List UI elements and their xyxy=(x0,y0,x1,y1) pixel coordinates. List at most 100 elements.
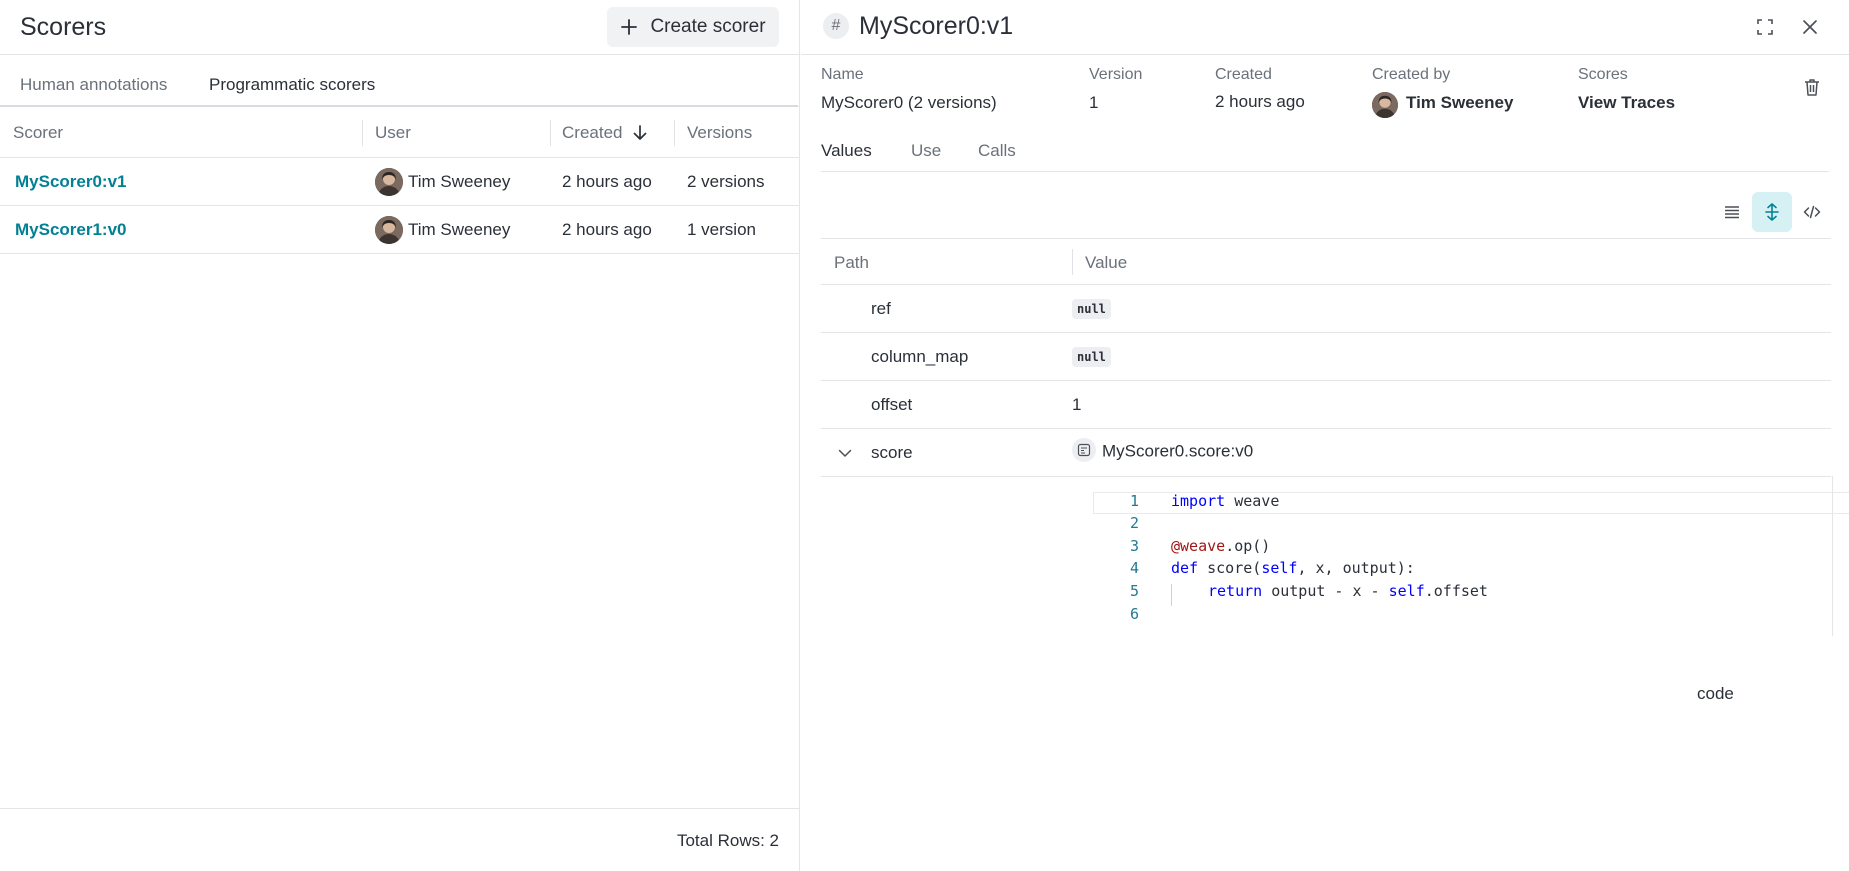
created-time: 2 hours ago xyxy=(562,172,652,191)
hash-icon: # xyxy=(823,13,849,39)
column-divider[interactable] xyxy=(550,120,551,146)
column-divider[interactable] xyxy=(674,120,675,146)
scores-label: Scores xyxy=(1578,66,1628,83)
path-key: score xyxy=(871,443,913,462)
versions-count: 1 version xyxy=(687,220,756,239)
line-number: 2 xyxy=(1129,514,1139,532)
code-line: 6 xyxy=(1093,605,1833,627)
code-line: 3 @weave.op() xyxy=(1093,537,1833,559)
scorer-tabs: Human annotations Programmatic scorers xyxy=(0,55,799,107)
name-label: Name xyxy=(821,66,864,83)
code-token: .op() xyxy=(1225,537,1271,555)
column-divider[interactable] xyxy=(1072,249,1073,275)
table-row[interactable]: offset 1 xyxy=(821,381,1831,429)
op-icon xyxy=(1072,438,1096,462)
value-cell: 1 xyxy=(1072,395,1082,414)
name-value: MyScorer0 (2 versions) xyxy=(821,93,997,112)
scorer-link[interactable]: MyScorer1:v0 xyxy=(15,220,127,240)
line-number: 1 xyxy=(1129,492,1139,510)
trash-icon[interactable] xyxy=(1801,76,1823,98)
table-row[interactable]: ref null xyxy=(821,285,1831,333)
column-header-created[interactable]: Created xyxy=(562,123,622,143)
value-cell: MyScorer0.score:v0 xyxy=(1072,438,1253,464)
code-token: weave xyxy=(1225,492,1280,510)
table-row[interactable]: column_map null xyxy=(821,333,1831,381)
scorers-header: Scorers Create scorer xyxy=(0,0,799,55)
code-label: code xyxy=(1697,684,1734,703)
fullscreen-button[interactable] xyxy=(1752,14,1778,40)
tab-use[interactable]: Use xyxy=(911,141,941,161)
path-key: offset xyxy=(871,395,913,414)
detail-header: # MyScorer0:v1 xyxy=(801,0,1849,55)
table-row[interactable]: score MyScorer0.score:v0 xyxy=(821,429,1831,477)
line-number: 3 xyxy=(1129,537,1139,555)
chevron-down-icon[interactable] xyxy=(837,445,853,461)
tab-programmatic-scorers[interactable]: Programmatic scorers xyxy=(209,75,375,95)
avatar xyxy=(375,168,403,196)
code-line: 4 def score(self, x, output): xyxy=(1093,559,1833,581)
values-table-header: Path Value xyxy=(821,238,1831,285)
code-token: def xyxy=(1171,559,1199,577)
page-title: Scorers xyxy=(20,13,107,41)
view-traces-link[interactable]: View Traces xyxy=(1578,93,1675,113)
null-badge: null xyxy=(1072,299,1111,319)
column-header-scorer[interactable]: Scorer xyxy=(13,123,63,143)
avatar xyxy=(1372,92,1398,118)
code-token: .offset xyxy=(1424,582,1488,600)
list-icon xyxy=(1725,206,1739,219)
version-label: Version xyxy=(1089,66,1143,83)
created-label: Created xyxy=(1215,66,1272,83)
object-metadata: Name MyScorer0 (2 versions) Version 1 Cr… xyxy=(801,66,1849,118)
create-scorer-label: Create scorer xyxy=(650,16,766,37)
created-value: 2 hours ago xyxy=(1215,92,1305,111)
table-footer: Total Rows: 2 xyxy=(0,808,800,871)
code-view-button[interactable] xyxy=(1792,192,1832,232)
code-token: , x, output): xyxy=(1297,559,1415,577)
column-header-versions[interactable]: Versions xyxy=(687,123,752,143)
code-line: 1 import weave xyxy=(1093,492,1833,514)
table-row[interactable]: MyScorer0:v1 Tim Sweeney 2 hours ago 2 v… xyxy=(0,158,800,206)
tab-values[interactable]: Values xyxy=(821,141,872,161)
column-divider[interactable] xyxy=(362,120,363,146)
line-number: 5 xyxy=(1129,582,1139,600)
code-token: import xyxy=(1171,492,1226,510)
path-key: ref xyxy=(871,299,891,318)
column-header-path[interactable]: Path xyxy=(834,253,869,273)
scorers-panel: Scorers Create scorer Human annotations … xyxy=(0,0,800,871)
expand-all-button[interactable] xyxy=(1752,192,1792,232)
sort-descending-icon[interactable] xyxy=(631,124,649,142)
avatar xyxy=(375,216,403,244)
plus-icon xyxy=(621,19,638,35)
code-token: self xyxy=(1388,582,1425,600)
table-header: Scorer User Created Versions xyxy=(0,108,800,158)
tab-calls[interactable]: Calls xyxy=(978,141,1016,161)
close-icon xyxy=(1803,20,1817,34)
versions-count: 2 versions xyxy=(687,172,765,191)
close-button[interactable] xyxy=(1797,14,1823,40)
total-rows: Total Rows: 2 xyxy=(676,831,779,850)
created-by-value: Tim Sweeney xyxy=(1406,93,1514,112)
created-time: 2 hours ago xyxy=(562,220,652,239)
code-line: 2 xyxy=(1093,514,1833,536)
created-by-label: Created by xyxy=(1372,66,1451,83)
create-scorer-button[interactable]: Create scorer xyxy=(607,7,779,47)
op-ref-link[interactable]: MyScorer0.score:v0 xyxy=(1102,441,1253,460)
version-value: 1 xyxy=(1089,93,1099,112)
code-token: score( xyxy=(1198,559,1262,577)
line-number: 4 xyxy=(1129,559,1139,577)
column-header-value[interactable]: Value xyxy=(1085,253,1127,273)
value-cell: null xyxy=(1072,346,1111,367)
scorer-link[interactable]: MyScorer0:v1 xyxy=(15,172,127,192)
expand-icon xyxy=(1757,19,1773,35)
list-view-button[interactable] xyxy=(1712,192,1752,232)
code-editor[interactable]: 1 import weave 2 3 @weave.op() 4 def sco… xyxy=(1093,476,1849,636)
table-row[interactable]: MyScorer1:v0 Tim Sweeney 2 hours ago 1 v… xyxy=(0,206,800,254)
user-name: Tim Sweeney xyxy=(408,172,511,191)
detail-tabs: Values Use Calls xyxy=(821,128,1829,172)
code-token: @weave xyxy=(1171,537,1226,555)
tab-human-annotations[interactable]: Human annotations xyxy=(20,75,167,95)
scorers-table: Scorer User Created Versions MyScorer0:v… xyxy=(0,108,800,254)
column-header-user[interactable]: User xyxy=(375,123,411,143)
value-cell: null xyxy=(1072,298,1111,319)
expand-vertical-icon xyxy=(1765,203,1779,221)
